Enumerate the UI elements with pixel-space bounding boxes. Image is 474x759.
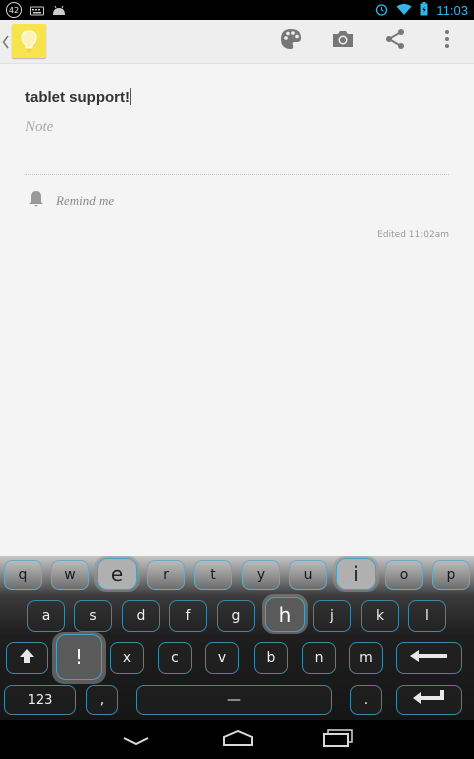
- app-home-button[interactable]: [12, 24, 46, 58]
- key-p[interactable]: p: [432, 560, 470, 590]
- note-body-field[interactable]: Note: [25, 119, 53, 136]
- key-f[interactable]: f: [169, 600, 207, 632]
- key-l[interactable]: l: [408, 600, 446, 632]
- home-button[interactable]: [218, 728, 258, 752]
- share-icon: [384, 28, 406, 54]
- edited-timestamp: Edited 11:02am: [377, 230, 449, 240]
- key-k[interactable]: k: [361, 600, 399, 632]
- recent-apps-button[interactable]: [318, 728, 358, 752]
- note-title-text: tablet support!: [25, 89, 130, 106]
- key-w[interactable]: w: [51, 560, 89, 590]
- alarm-icon: [375, 1, 388, 20]
- shift-key[interactable]: [6, 642, 48, 674]
- key-v[interactable]: v: [205, 642, 239, 674]
- key-a[interactable]: a: [27, 600, 65, 632]
- backspace-arrow-icon: [409, 649, 449, 667]
- back-button[interactable]: [116, 728, 156, 752]
- enter-key[interactable]: [396, 685, 462, 715]
- key-i[interactable]: i: [336, 558, 376, 590]
- action-bar: [0, 20, 474, 64]
- key-g[interactable]: g: [217, 600, 255, 632]
- key-r[interactable]: r: [147, 560, 185, 590]
- key-u[interactable]: u: [289, 560, 327, 590]
- recent-apps-icon: [323, 729, 353, 751]
- text-cursor: [130, 88, 131, 105]
- share-button[interactable]: [382, 28, 408, 54]
- bell-icon: [28, 190, 44, 212]
- status-bar: 42 11:03: [0, 0, 474, 20]
- palette-icon: [280, 28, 302, 54]
- key-y[interactable]: y: [242, 560, 280, 590]
- chevron-left-icon[interactable]: [2, 34, 10, 49]
- notification-count-badge: 42: [6, 2, 22, 18]
- lightbulb-icon: [21, 30, 37, 56]
- battery-icon: [420, 1, 428, 20]
- key-n[interactable]: n: [302, 642, 336, 674]
- key-exclamation[interactable]: !: [56, 634, 102, 680]
- shift-arrow-icon: [18, 647, 36, 669]
- chevron-down-icon: [123, 731, 149, 750]
- system-navigation-bar: [0, 720, 474, 759]
- key-e[interactable]: e: [97, 558, 137, 590]
- backspace-key[interactable]: [396, 642, 462, 674]
- status-clock: 11:03: [436, 2, 468, 18]
- key-b[interactable]: b: [254, 642, 288, 674]
- overflow-menu-button[interactable]: [434, 28, 460, 54]
- divider: [25, 174, 449, 175]
- home-icon: [223, 729, 253, 750]
- camera-icon: [331, 29, 355, 53]
- key-o[interactable]: o: [385, 560, 423, 590]
- note-title-field[interactable]: tablet support!: [25, 88, 131, 106]
- note-editor: tablet support! Note Remind me Edited 11…: [0, 64, 474, 556]
- key-comma[interactable]: ,: [86, 685, 118, 715]
- remind-me-button[interactable]: Remind me: [28, 190, 114, 212]
- key-period[interactable]: .: [350, 685, 382, 715]
- wifi-icon: [396, 1, 412, 20]
- key-d[interactable]: d: [122, 600, 160, 632]
- remind-me-label: Remind me: [56, 193, 115, 208]
- key-x[interactable]: x: [110, 642, 144, 674]
- key-j[interactable]: j: [313, 600, 351, 632]
- space-key[interactable]: —: [136, 685, 332, 715]
- camera-button[interactable]: [330, 28, 356, 54]
- palette-button[interactable]: [278, 28, 304, 54]
- key-q[interactable]: q: [4, 560, 42, 590]
- overflow-menu-icon: [444, 29, 450, 53]
- android-notification-icon: [52, 1, 66, 20]
- key-h[interactable]: h: [265, 597, 305, 632]
- numbers-key[interactable]: 123: [4, 685, 76, 715]
- soft-keyboard: q w e r t y u i o p a s d f g h j k l ! …: [0, 556, 474, 720]
- keyboard-notification-icon: [30, 1, 44, 20]
- key-c[interactable]: c: [158, 642, 192, 674]
- key-s[interactable]: s: [74, 600, 112, 632]
- key-m[interactable]: m: [349, 642, 383, 674]
- enter-arrow-icon: [411, 689, 447, 711]
- key-t[interactable]: t: [194, 560, 232, 590]
